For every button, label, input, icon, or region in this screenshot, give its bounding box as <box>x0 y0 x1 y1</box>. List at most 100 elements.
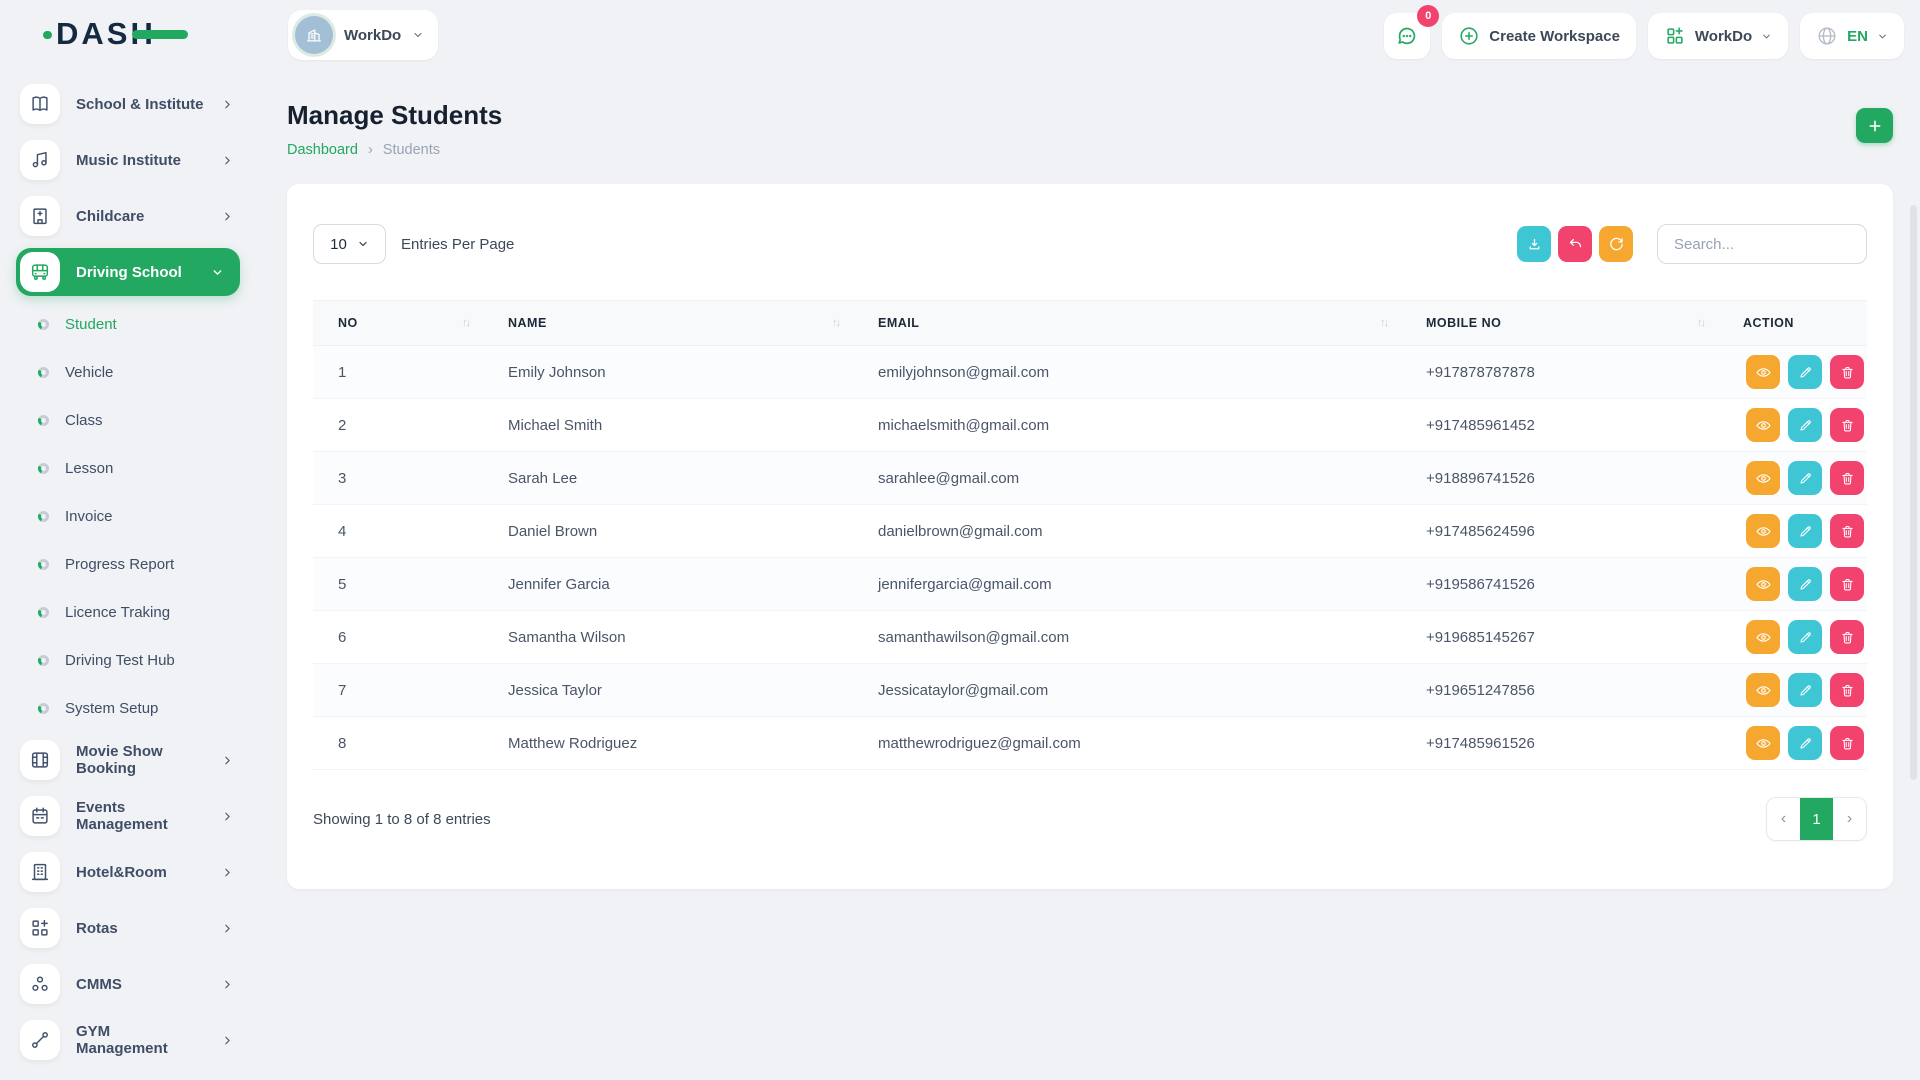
breadcrumb-dashboard-link[interactable]: Dashboard <box>287 142 358 158</box>
sidebar-subitem-driving-test-hub[interactable]: Driving Test Hub <box>0 636 256 684</box>
page-header: Manage Students Dashboard › Students <box>287 100 1893 158</box>
cell-no: 8 <box>313 735 483 752</box>
sidebar-subitem-progress-report[interactable]: Progress Report <box>0 540 256 588</box>
sidebar-item-hotel-room[interactable]: Hotel&Room <box>0 844 256 900</box>
cell-actions <box>1718 408 1867 442</box>
delete-button[interactable] <box>1830 620 1864 654</box>
view-button[interactable] <box>1746 726 1780 760</box>
calendar-icon <box>29 805 51 827</box>
cmms-icon <box>29 973 51 995</box>
view-button[interactable] <box>1746 355 1780 389</box>
add-student-button[interactable] <box>1856 108 1893 143</box>
pagination: ‹ 1 › <box>1766 797 1867 841</box>
trash-icon <box>1840 683 1855 698</box>
view-button[interactable] <box>1746 408 1780 442</box>
sort-icon[interactable]: ↑↓ <box>1697 317 1704 329</box>
language-selector[interactable]: EN <box>1800 13 1904 59</box>
sidebar-item-driving-school[interactable]: Driving School <box>16 248 240 296</box>
sidebar-item-childcare[interactable]: Childcare <box>0 188 256 244</box>
cell-name: Jennifer Garcia <box>483 576 853 593</box>
trash-icon <box>1840 524 1855 539</box>
column-header-name[interactable]: NAME ↑↓ <box>483 316 853 330</box>
cell-mobile: +919651247856 <box>1401 682 1718 699</box>
create-workspace-button[interactable]: Create Workspace <box>1442 13 1636 59</box>
refresh-button[interactable] <box>1599 226 1633 262</box>
grid-plus-icon <box>1664 25 1686 47</box>
chevron-down-icon <box>1761 31 1772 42</box>
edit-button[interactable] <box>1788 461 1822 495</box>
sidebar-subitem-vehicle[interactable]: Vehicle <box>0 348 256 396</box>
pagination-page-1[interactable]: 1 <box>1800 798 1833 840</box>
sidebar-subitem-student[interactable]: Student <box>0 300 256 348</box>
sidebar-item-events-management[interactable]: Events Management <box>0 788 256 844</box>
cell-no: 7 <box>313 682 483 699</box>
chevron-down-icon <box>357 238 369 250</box>
pagination-prev-button[interactable]: ‹ <box>1767 798 1800 840</box>
chevron-right-icon <box>221 754 234 767</box>
sidebar-item-movie-show-booking[interactable]: Movie Show Booking <box>0 732 256 788</box>
reset-button[interactable] <box>1558 226 1592 262</box>
sidebar-subitem-licence-traking[interactable]: Licence Traking <box>0 588 256 636</box>
pencil-icon <box>1798 471 1813 486</box>
edit-button[interactable] <box>1788 567 1822 601</box>
delete-button[interactable] <box>1830 726 1864 760</box>
sidebar-item-school-institute[interactable]: School & Institute <box>0 76 256 132</box>
sidebar-item-gym-management[interactable]: GYM Management <box>0 1012 256 1068</box>
sort-icon[interactable]: ↑↓ <box>1380 317 1387 329</box>
edit-button[interactable] <box>1788 355 1822 389</box>
delete-button[interactable] <box>1830 514 1864 548</box>
cell-mobile: +917485624596 <box>1401 523 1718 540</box>
trash-icon <box>1840 577 1855 592</box>
chevron-right-icon <box>221 210 234 223</box>
view-button[interactable] <box>1746 567 1780 601</box>
cell-actions <box>1718 461 1867 495</box>
edit-button[interactable] <box>1788 673 1822 707</box>
delete-button[interactable] <box>1830 408 1864 442</box>
delete-button[interactable] <box>1830 673 1864 707</box>
sidebar-item-rotas[interactable]: Rotas <box>0 900 256 956</box>
cell-name: Jessica Taylor <box>483 682 853 699</box>
column-header-no[interactable]: NO ↑↓ <box>313 316 483 330</box>
view-button[interactable] <box>1746 514 1780 548</box>
apps-menu-button[interactable]: WorkDo <box>1648 13 1788 59</box>
bullet-icon <box>38 415 49 426</box>
sidebar-subitem-lesson[interactable]: Lesson <box>0 444 256 492</box>
delete-button[interactable] <box>1830 461 1864 495</box>
edit-button[interactable] <box>1788 726 1822 760</box>
sidebar-item-music-institute[interactable]: Music Institute <box>0 132 256 188</box>
cell-email: samanthawilson@gmail.com <box>853 629 1401 646</box>
pagination-next-button[interactable]: › <box>1833 798 1866 840</box>
cell-actions <box>1718 567 1867 601</box>
view-button[interactable] <box>1746 461 1780 495</box>
delete-button[interactable] <box>1830 567 1864 601</box>
view-button[interactable] <box>1746 673 1780 707</box>
sidebar-item-cmms[interactable]: CMMS <box>0 956 256 1012</box>
edit-button[interactable] <box>1788 620 1822 654</box>
bullet-icon <box>38 463 49 474</box>
export-button[interactable] <box>1517 226 1551 262</box>
page-scrollbar[interactable] <box>1910 205 1917 780</box>
edit-button[interactable] <box>1788 514 1822 548</box>
cell-email: matthewrodriguez@gmail.com <box>853 735 1401 752</box>
sidebar-subitem-class[interactable]: Class <box>0 396 256 444</box>
search-input[interactable] <box>1657 224 1867 264</box>
messages-button[interactable]: 0 <box>1384 13 1430 59</box>
entries-per-page-select[interactable]: 10 <box>313 224 386 264</box>
column-header-email[interactable]: EMAIL ↑↓ <box>853 316 1401 330</box>
entries-per-page-label: Entries Per Page <box>401 236 514 253</box>
workspace-selector[interactable]: WorkDo <box>288 10 438 60</box>
sidebar-subitem-system-setup[interactable]: System Setup <box>0 684 256 732</box>
cell-email: sarahlee@gmail.com <box>853 470 1401 487</box>
delete-button[interactable] <box>1830 355 1864 389</box>
sort-icon[interactable]: ↑↓ <box>462 317 469 329</box>
create-workspace-label: Create Workspace <box>1489 28 1620 45</box>
trash-icon <box>1840 736 1855 751</box>
sidebar-subitem-invoice[interactable]: Invoice <box>0 492 256 540</box>
edit-button[interactable] <box>1788 408 1822 442</box>
showing-entries-text: Showing 1 to 8 of 8 entries <box>313 811 491 828</box>
sort-icon[interactable]: ↑↓ <box>832 317 839 329</box>
column-header-mobile[interactable]: MOBILE NO ↑↓ <box>1401 316 1718 330</box>
view-button[interactable] <box>1746 620 1780 654</box>
logo-dash-accent <box>132 30 188 39</box>
chevron-down-icon <box>412 29 424 41</box>
